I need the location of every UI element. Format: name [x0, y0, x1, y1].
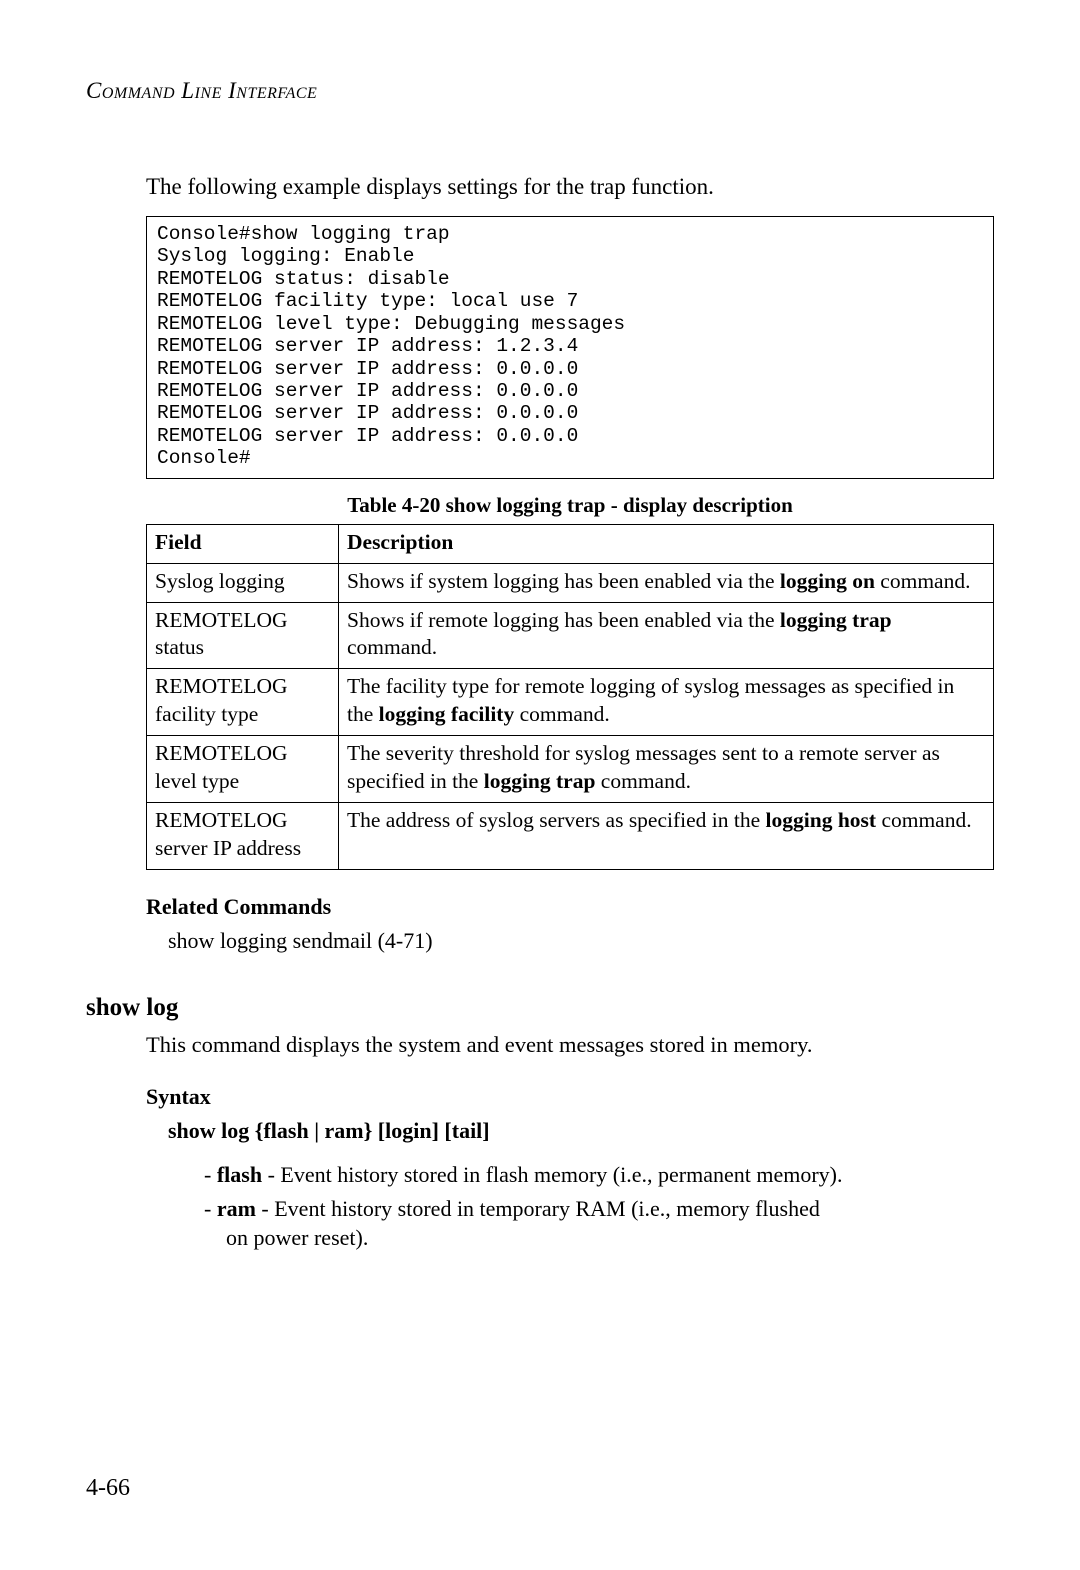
- table-row: REMOTELOG level typeThe severity thresho…: [147, 736, 994, 803]
- table-cell-description: Shows if remote logging has been enabled…: [339, 602, 994, 669]
- running-head: Command Line Interface: [86, 78, 994, 104]
- syntax-options-list: - flash - Event history stored in flash …: [204, 1160, 994, 1253]
- table-cell-description: Shows if system logging has been enabled…: [339, 563, 994, 602]
- table-row: REMOTELOG facility typeThe facility type…: [147, 669, 994, 736]
- th-field: Field: [147, 524, 339, 563]
- table-cell-description: The address of syslog servers as specifi…: [339, 803, 994, 870]
- table-row: REMOTELOG statusShows if remote logging …: [147, 602, 994, 669]
- list-item: - flash - Event history stored in flash …: [204, 1160, 846, 1190]
- command-title: show log: [86, 994, 994, 1022]
- syntax-heading: Syntax: [146, 1084, 994, 1110]
- table-cell-description: The facility type for remote logging of …: [339, 669, 994, 736]
- related-command-item: show logging sendmail (4-71): [168, 928, 994, 954]
- related-commands-heading: Related Commands: [146, 894, 994, 920]
- table-cell-field: REMOTELOG server IP address: [147, 803, 339, 870]
- table-cell-field: REMOTELOG status: [147, 602, 339, 669]
- table-caption: Table 4-20 show logging trap - display d…: [146, 493, 994, 518]
- intro-text: The following example displays settings …: [146, 174, 994, 200]
- table-cell-field: Syslog logging: [147, 563, 339, 602]
- description-table: Field Description Syslog loggingShows if…: [146, 524, 994, 870]
- table-cell-description: The severity threshold for syslog messag…: [339, 736, 994, 803]
- syntax-line: show log {flash | ram} [login] [tail]: [168, 1118, 994, 1144]
- list-item: - ram - Event history stored in temporar…: [204, 1194, 846, 1253]
- console-output: Console#show logging trap Syslog logging…: [146, 216, 994, 479]
- table-cell-field: REMOTELOG level type: [147, 736, 339, 803]
- table-row: REMOTELOG server IP addressThe address o…: [147, 803, 994, 870]
- th-description: Description: [339, 524, 994, 563]
- command-description: This command displays the system and eve…: [146, 1032, 994, 1058]
- page-number: 4-66: [86, 1475, 130, 1502]
- table-row: Syslog loggingShows if system logging ha…: [147, 563, 994, 602]
- table-cell-field: REMOTELOG facility type: [147, 669, 339, 736]
